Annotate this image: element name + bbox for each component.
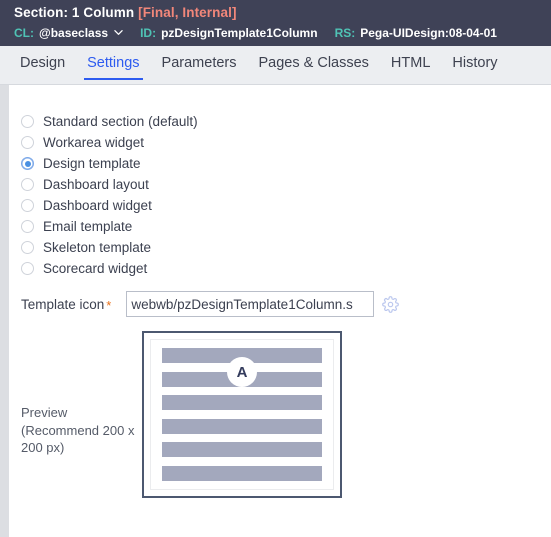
radio-label: Dashboard widget (43, 198, 152, 213)
radio-icon (21, 178, 34, 191)
radio-option-design-template[interactable]: Design template (21, 153, 198, 174)
class-label: CL: (14, 26, 34, 40)
template-icon-input[interactable] (126, 291, 375, 317)
page-title: Section: 1 Column [Final, Internal] (14, 3, 551, 22)
radio-option-standard-section[interactable]: Standard section (default) (21, 111, 198, 132)
class-value: @baseclass (39, 26, 109, 40)
radio-option-dashboard-widget[interactable]: Dashboard widget (21, 195, 198, 216)
section-settings-window: Section: 1 Column [Final, Internal] CL: … (0, 0, 551, 537)
radio-selected-icon (21, 157, 34, 170)
radio-icon (21, 199, 34, 212)
radio-icon (21, 241, 34, 254)
radio-option-workarea-widget[interactable]: Workarea widget (21, 132, 198, 153)
preview-bar (162, 442, 322, 458)
chevron-down-icon[interactable] (114, 28, 123, 37)
radio-label: Scorecard widget (43, 261, 148, 276)
radio-label: Skeleton template (43, 240, 152, 255)
settings-content-panel: Standard section (default) Workarea widg… (9, 85, 551, 537)
template-preview-graphic: A (150, 339, 334, 490)
radio-label: Email template (43, 219, 133, 234)
template-icon-label: Template icon * (21, 296, 112, 313)
ruleset-value: Pega-UIDesign:08-04-01 (360, 26, 497, 40)
title-prefix: Section: (14, 5, 69, 20)
radio-option-skeleton-template[interactable]: Skeleton template (21, 237, 198, 258)
radio-label: Design template (43, 156, 141, 171)
template-icon-label-text: Template icon (21, 296, 105, 312)
ruleset-label: RS: (334, 26, 356, 40)
tab-parameters[interactable]: Parameters (151, 46, 248, 82)
radio-option-dashboard-layout[interactable]: Dashboard layout (21, 174, 198, 195)
radio-label: Standard section (default) (43, 114, 198, 129)
preview-label-line3: 200 px) (21, 440, 65, 455)
preview-label-line2: (Recommend 200 x (21, 422, 135, 438)
radio-icon (21, 220, 34, 233)
preview-badge: A (227, 357, 257, 387)
header-meta: CL: @baseclass ID: pzDesignTemplate1Colu… (14, 24, 551, 42)
required-marker: * (106, 297, 112, 313)
left-gutter (0, 85, 9, 537)
tab-settings[interactable]: Settings (76, 46, 150, 82)
radio-option-email-template[interactable]: Email template (21, 216, 198, 237)
preview-label-line1: Preview (21, 405, 68, 420)
preview-label: Preview (Recommend 200 x 200 px) (21, 404, 143, 457)
tab-pages-and-classes[interactable]: Pages & Classes (248, 46, 380, 82)
gear-icon[interactable] (381, 295, 400, 314)
radio-icon (21, 115, 34, 128)
radio-label: Dashboard layout (43, 177, 149, 192)
window-header: Section: 1 Column [Final, Internal] CL: … (0, 0, 551, 46)
id-label: ID: (140, 26, 157, 40)
tab-html[interactable]: HTML (380, 46, 441, 82)
tab-history[interactable]: History (441, 46, 508, 82)
preview-bar (162, 465, 322, 481)
radio-icon (21, 136, 34, 149)
radio-label: Workarea widget (43, 135, 145, 150)
template-preview-box: A (142, 331, 342, 498)
section-type-radio-group: Standard section (default) Workarea widg… (21, 111, 198, 279)
radio-option-scorecard-widget[interactable]: Scorecard widget (21, 258, 198, 279)
title-flags: [Final, Internal] (138, 5, 237, 20)
tab-bar: Design Settings Parameters Pages & Class… (0, 46, 551, 85)
preview-bar (162, 395, 322, 411)
template-icon-row: Template icon * (21, 291, 400, 317)
title-name: 1 Column (71, 5, 135, 20)
preview-bar (162, 418, 322, 434)
radio-icon (21, 262, 34, 275)
tab-design[interactable]: Design (9, 46, 76, 82)
id-value: pzDesignTemplate1Column (161, 26, 318, 40)
